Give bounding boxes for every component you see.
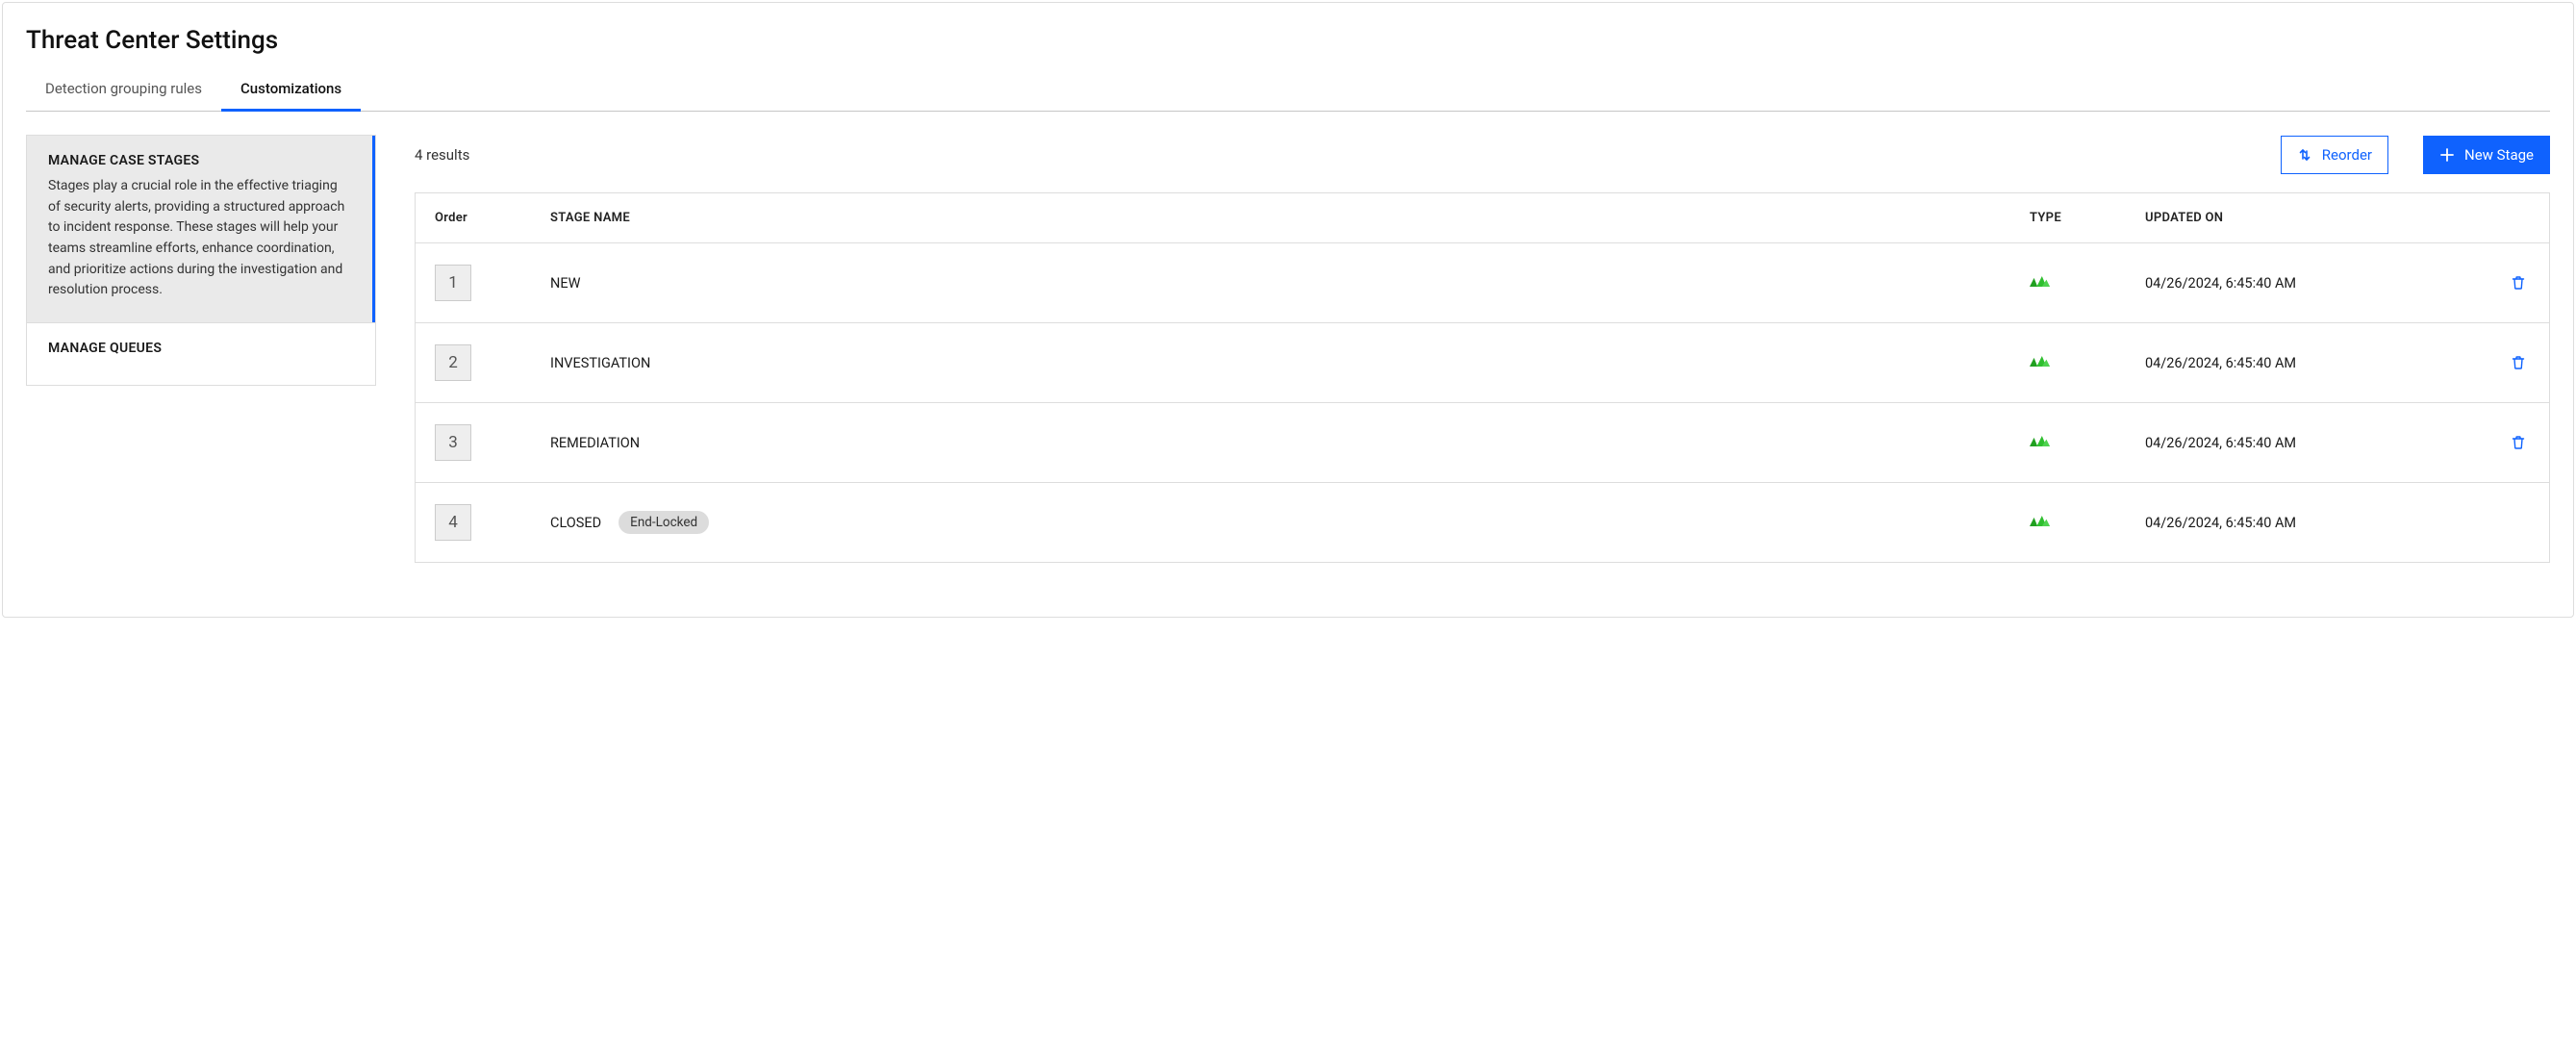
cell-order: 4 (435, 504, 550, 541)
stage-name-text: NEW (550, 275, 580, 292)
tab-customizations[interactable]: Customizations (221, 70, 361, 112)
sumo-logic-icon (2030, 434, 2045, 449)
cell-type (2030, 274, 2145, 292)
tab-label: Detection grouping rules (45, 80, 202, 97)
sumo-logic-icon (2030, 514, 2045, 529)
trash-icon (2511, 435, 2526, 450)
cell-stage-name: CLOSED End-Locked (550, 511, 2030, 534)
reorder-button-label: Reorder (2322, 146, 2372, 164)
page-frame: Threat Center Settings Detection groupin… (2, 2, 2574, 618)
table-row[interactable]: 1 NEW 04/26/2024, 6:45:40 AM (416, 242, 2549, 322)
tab-label: Customizations (240, 80, 341, 97)
order-chip: 4 (435, 504, 471, 541)
main-area: 4 results Reorder (415, 135, 2550, 563)
stages-table: Order STAGE NAME TYPE UPDATED ON 1 NEW (415, 192, 2550, 563)
trash-icon (2511, 355, 2526, 370)
col-updated-on: UPDATED ON (2145, 211, 2472, 225)
delete-row-button[interactable] (2507, 431, 2530, 454)
stage-name-text: CLOSED (550, 515, 601, 531)
new-stage-button-label: New Stage (2464, 146, 2534, 164)
sumo-logic-icon (2030, 354, 2045, 369)
cell-actions (2472, 351, 2530, 374)
reorder-icon (2297, 147, 2312, 163)
order-chip: 3 (435, 424, 471, 461)
page-title: Threat Center Settings (26, 26, 2550, 55)
toolbar-buttons: Reorder New Stage (2281, 136, 2550, 174)
table-header: Order STAGE NAME TYPE UPDATED ON (416, 193, 2549, 242)
cell-updated-on: 04/26/2024, 6:45:40 AM (2145, 435, 2472, 451)
cell-type (2030, 514, 2145, 532)
cell-type (2030, 354, 2145, 372)
table-row[interactable]: 2 INVESTIGATION 04/26/2024, 6:45:40 AM (416, 322, 2549, 402)
side-panel: MANAGE CASE STAGES Stages play a crucial… (26, 135, 376, 386)
new-stage-button[interactable]: New Stage (2423, 136, 2550, 174)
sumo-logic-icon (2030, 274, 2045, 290)
toolbar: 4 results Reorder (415, 135, 2550, 175)
cell-order: 3 (435, 424, 550, 461)
col-type: TYPE (2030, 211, 2145, 225)
cell-type (2030, 434, 2145, 452)
cell-order: 1 (435, 265, 550, 301)
order-chip: 1 (435, 265, 471, 301)
delete-row-button[interactable] (2507, 351, 2530, 374)
side-section-manage-queues[interactable]: MANAGE QUEUES (27, 322, 375, 385)
cell-stage-name: NEW (550, 275, 2030, 292)
cell-actions (2472, 431, 2530, 454)
tabs: Detection grouping rules Customizations (26, 70, 2550, 112)
table-row[interactable]: 3 REMEDIATION 04/26/2024, 6:45:40 AM (416, 402, 2549, 482)
trash-icon (2511, 275, 2526, 291)
tab-detection-rules[interactable]: Detection grouping rules (26, 70, 221, 112)
plus-icon (2439, 147, 2455, 163)
cell-updated-on: 04/26/2024, 6:45:40 AM (2145, 275, 2472, 292)
stage-badge: End-Locked (619, 511, 709, 534)
side-section-title: MANAGE CASE STAGES (48, 153, 351, 168)
cell-order: 2 (435, 344, 550, 381)
stage-name-text: INVESTIGATION (550, 355, 650, 371)
cell-updated-on: 04/26/2024, 6:45:40 AM (2145, 515, 2472, 531)
order-chip: 2 (435, 344, 471, 381)
reorder-button[interactable]: Reorder (2281, 136, 2388, 174)
side-section-title: MANAGE QUEUES (48, 341, 354, 356)
side-section-manage-case-stages[interactable]: MANAGE CASE STAGES Stages play a crucial… (27, 136, 375, 322)
cell-stage-name: INVESTIGATION (550, 355, 2030, 371)
col-stage-name: STAGE NAME (550, 211, 2030, 225)
cell-updated-on: 04/26/2024, 6:45:40 AM (2145, 355, 2472, 371)
content-row: MANAGE CASE STAGES Stages play a crucial… (26, 135, 2550, 563)
results-count: 4 results (415, 146, 469, 164)
cell-actions (2472, 271, 2530, 294)
delete-row-button[interactable] (2507, 271, 2530, 294)
cell-stage-name: REMEDIATION (550, 435, 2030, 451)
stage-name-text: REMEDIATION (550, 435, 640, 451)
col-order: Order (435, 211, 550, 225)
side-section-desc: Stages play a crucial role in the effect… (48, 176, 351, 301)
table-row[interactable]: 4 CLOSED End-Locked 04/26/2024, 6:45:40 … (416, 482, 2549, 562)
